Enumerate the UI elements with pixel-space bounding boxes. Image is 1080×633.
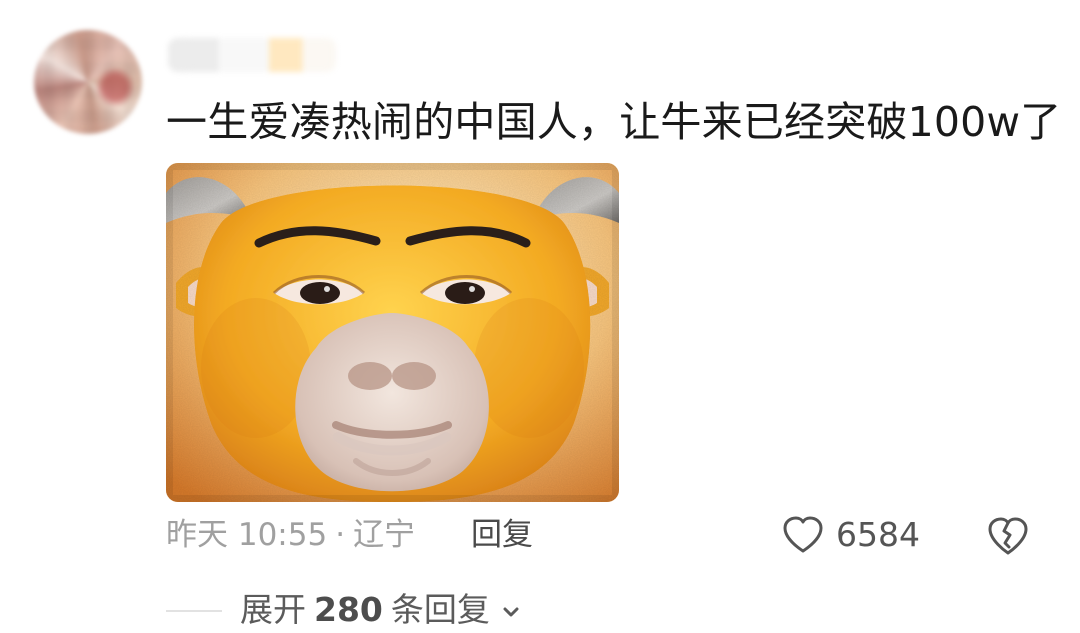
like-button[interactable]: 6584 xyxy=(782,513,920,557)
comment-meta: 昨天 10:55 · 辽宁 xyxy=(166,515,415,555)
meta-separator: · xyxy=(335,517,346,553)
replies-divider xyxy=(166,610,222,612)
like-count: 6584 xyxy=(836,515,920,554)
heart-icon xyxy=(782,516,824,554)
dislike-button[interactable] xyxy=(986,513,1030,557)
bull-face-illustration xyxy=(166,163,619,502)
reply-button[interactable]: 回复 xyxy=(471,515,533,555)
chevron-down-icon xyxy=(500,601,522,623)
replies-suffix: 条回复 xyxy=(390,590,490,629)
comment-image[interactable] xyxy=(166,163,619,502)
replies-count: 280 xyxy=(314,590,383,629)
comment-time: 昨天 10:55 xyxy=(166,517,328,553)
username-redacted xyxy=(168,38,336,72)
avatar[interactable] xyxy=(34,30,142,134)
comment-text: 一生爱凑热闹的中国人，让牛来已经突破100w了 xyxy=(166,98,1062,146)
comment-screen: 一生爱凑热闹的中国人，让牛来已经突破100w了 昨天 10:55 · 辽宁 回复… xyxy=(0,0,1080,633)
comment-location: 辽宁 xyxy=(353,517,416,553)
expand-replies[interactable]: 展开 280 条回复 xyxy=(166,588,522,632)
broken-heart-icon xyxy=(986,513,1030,557)
replies-prefix: 展开 xyxy=(240,590,306,629)
